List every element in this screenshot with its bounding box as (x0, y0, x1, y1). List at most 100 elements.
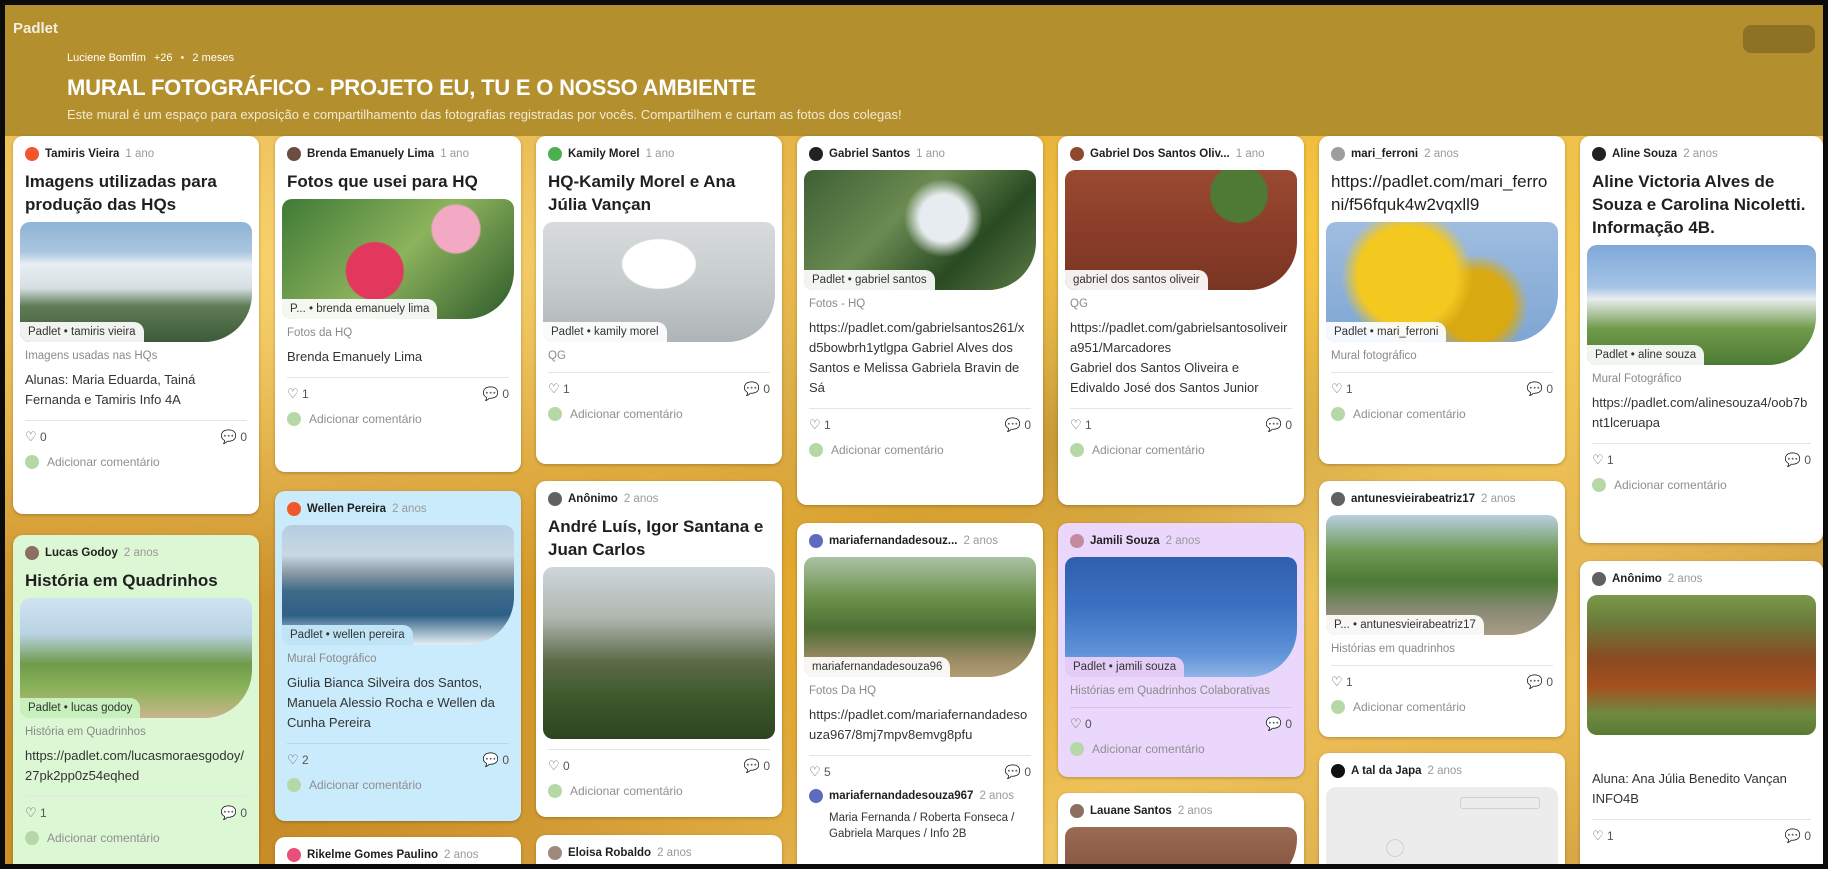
post-author[interactable]: Brenda Emanuely Lima (307, 148, 434, 160)
post-image[interactable]: Padlet • wellen pereira (282, 525, 514, 645)
post-image[interactable]: gabriel dos santos oliveir (1065, 170, 1297, 290)
add-comment[interactable]: Adicionar comentário (1319, 690, 1565, 724)
post-card[interactable]: Eloisa Robaldo 2 anos (536, 835, 782, 864)
post-card[interactable]: Aline Souza 2 anos Aline Victoria Alves d… (1580, 136, 1823, 543)
like-button[interactable]: ♡ 1 (25, 805, 47, 821)
post-author[interactable]: Wellen Pereira (307, 503, 386, 515)
comment-author[interactable]: mariafernandadesouza967 (829, 790, 973, 802)
comment-count-button[interactable]: 💬 0 (1527, 381, 1553, 397)
post-card[interactable]: Wellen Pereira 2 anos Padlet • wellen per… (275, 491, 521, 821)
image-placeholder[interactable] (1326, 787, 1558, 864)
comment-count-button[interactable]: 💬 0 (483, 752, 509, 768)
link-text[interactable]: https://padlet.com/lucasmoraesgodoy/27pk… (25, 748, 244, 783)
like-button[interactable]: ♡ 1 (287, 386, 309, 402)
post-author[interactable]: Aline Souza (1612, 148, 1677, 160)
add-comment[interactable]: Adicionar comentário (13, 821, 259, 855)
like-button[interactable]: ♡ 1 (1331, 674, 1353, 690)
post-image[interactable]: Padlet • gabriel santos (804, 170, 1036, 290)
post-card[interactable]: Kamily Morel 1 ano HQ-Kamily Morel e Ana … (536, 136, 782, 464)
post-image[interactable] (543, 567, 775, 739)
add-comment[interactable]: Adicionar comentário (13, 445, 259, 479)
post-card[interactable]: Tamiris Vieira 1 ano Imagens utilizadas p… (13, 136, 259, 514)
comment-count-button[interactable]: 💬 0 (1527, 674, 1553, 690)
post-author[interactable]: mariafernandadesouz... (829, 535, 957, 547)
attachment-link[interactable]: https://padlet.com/lucasmoraesgodoy/27pk… (13, 738, 259, 786)
post-image[interactable]: Padlet • mari_ferroni (1326, 222, 1558, 342)
post-author[interactable]: Gabriel Santos (829, 148, 910, 160)
like-button[interactable]: ♡ 1 (1592, 828, 1614, 844)
add-comment[interactable]: Adicionar comentário (275, 768, 521, 802)
post-image[interactable] (1065, 827, 1297, 864)
add-comment[interactable]: Adicionar comentário (1058, 433, 1304, 467)
post-author[interactable]: Lauane Santos (1090, 805, 1172, 817)
post-author[interactable]: Eloisa Robaldo (568, 847, 651, 859)
comment-count-button[interactable]: 💬 0 (483, 386, 509, 402)
like-button[interactable]: ♡ 5 (809, 764, 831, 780)
like-button[interactable]: ♡ 0 (1070, 716, 1092, 732)
like-button[interactable]: ♡ 1 (809, 417, 831, 433)
attachment-link[interactable]: https://padlet.com/alinesouza4/oob7bnt1l… (1592, 395, 1807, 430)
comment-count-button[interactable]: 💬 0 (1266, 716, 1292, 732)
add-comment[interactable]: Adicionar comentário (1319, 397, 1565, 431)
post-card[interactable]: Rikelme Gomes Paulino 2 anos (275, 837, 521, 864)
post-image[interactable]: mariafernandadesouza96 (804, 557, 1036, 677)
post-author[interactable]: Kamily Morel (568, 148, 640, 160)
post-author[interactable]: A tal da Japa (1351, 765, 1422, 777)
post-author[interactable]: Jamili Souza (1090, 535, 1160, 547)
padlet-logo[interactable]: Padlet (13, 20, 58, 37)
add-comment[interactable]: Adicionar comentário (536, 397, 782, 431)
post-card[interactable]: A tal da Japa 2 anos (1319, 753, 1565, 864)
post-author[interactable]: antunesvieirabeatriz17 (1351, 493, 1475, 505)
post-card[interactable]: Gabriel Dos Santos Oliv... 1 ano gabriel … (1058, 136, 1304, 505)
post-image[interactable]: P... • antunesvieirabeatriz17 (1326, 515, 1558, 635)
comment-count-button[interactable]: 💬 0 (1785, 828, 1811, 844)
post-author[interactable]: Lucas Godoy (45, 547, 118, 559)
like-button[interactable]: ♡ 0 (548, 758, 570, 774)
like-button[interactable]: ♡ 1 (548, 381, 570, 397)
post-author[interactable]: Rikelme Gomes Paulino (307, 849, 438, 861)
post-card[interactable]: Lucas Godoy 2 anos História em Quadrinhos… (13, 535, 259, 864)
post-author[interactable]: mari_ferroni (1351, 148, 1418, 160)
comment-count-button[interactable]: 💬 0 (1005, 417, 1031, 433)
like-button[interactable]: ♡ 0 (25, 429, 47, 445)
post-author[interactable]: Tamiris Vieira (45, 148, 119, 160)
post-image[interactable]: Padlet • jamili souza (1065, 557, 1297, 677)
post-image[interactable]: Padlet • kamily morel (543, 222, 775, 342)
post-card[interactable]: Brenda Emanuely Lima 1 ano Fotos que usei… (275, 136, 521, 472)
post-card[interactable]: Gabriel Santos 1 ano Padlet • gabriel san… (797, 136, 1043, 505)
post-image[interactable]: Padlet • lucas godoy (20, 598, 252, 718)
comment-count-button[interactable]: 💬 0 (221, 429, 247, 445)
like-button[interactable]: ♡ 2 (287, 752, 309, 768)
add-comment[interactable]: Adicionar comentário (797, 433, 1043, 467)
post-card[interactable]: Anônimo 2 anos André Luís, Igor Santana e… (536, 481, 782, 817)
comment-count-button[interactable]: 💬 0 (744, 758, 770, 774)
post-title[interactable]: https://padlet.com/mari_ferroni/f56fquk4… (1319, 164, 1565, 216)
post-image[interactable]: Padlet • aline souza (1587, 245, 1816, 365)
post-card[interactable]: Lauane Santos 2 anos (1058, 793, 1304, 864)
post-card[interactable]: mari_ferroni 2 anos https://padlet.com/ma… (1319, 136, 1565, 464)
post-card[interactable]: antunesvieirabeatriz17 2 anos P... • antu… (1319, 481, 1565, 737)
board-author[interactable]: Luciene Bomfim (67, 52, 146, 64)
add-comment[interactable]: Adicionar comentário (1580, 468, 1823, 502)
post-image[interactable]: P... • brenda emanuely lima (282, 199, 514, 319)
attachment-link[interactable]: https://padlet.com/gabrielsantosoliveira… (1070, 320, 1288, 355)
add-comment[interactable]: Adicionar comentário (1058, 732, 1304, 766)
contributors-count[interactable]: +26 (154, 52, 173, 64)
post-author[interactable]: Anônimo (1612, 573, 1662, 585)
add-comment[interactable]: Adicionar comentário (275, 402, 521, 436)
like-button[interactable]: ♡ 1 (1070, 417, 1092, 433)
header-action-button[interactable] (1743, 25, 1815, 53)
post-author[interactable]: Gabriel Dos Santos Oliv... (1090, 148, 1230, 160)
post-card[interactable]: Jamili Souza 2 anos Padlet • jamili souza… (1058, 523, 1304, 777)
like-button[interactable]: ♡ 1 (1592, 452, 1614, 468)
post-image[interactable] (1587, 595, 1816, 735)
post-author[interactable]: Anônimo (568, 493, 618, 505)
like-button[interactable]: ♡ 1 (1331, 381, 1353, 397)
comment-count-button[interactable]: 💬 0 (1266, 417, 1292, 433)
add-comment[interactable]: Adicionar comentário (536, 774, 782, 808)
comment-count-button[interactable]: 💬 0 (744, 381, 770, 397)
comment-count-button[interactable]: 💬 0 (1785, 452, 1811, 468)
attachment-link[interactable]: https://padlet.com/mariafernandadesouza9… (809, 707, 1027, 742)
comment-count-button[interactable]: 💬 0 (1005, 764, 1031, 780)
comment-count-button[interactable]: 💬 0 (221, 805, 247, 821)
